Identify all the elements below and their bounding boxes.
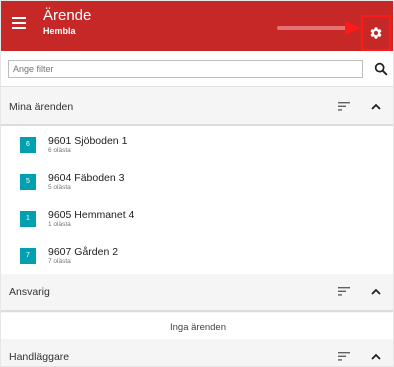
item-title: 9601 Sjöboden 1 [48, 135, 128, 147]
list-item[interactable]: 7 9607 Gården 2 7 olästa [1, 237, 393, 274]
menu-icon[interactable] [12, 17, 26, 29]
section-header-mina[interactable]: Mina ärenden [1, 89, 393, 125]
divider [1, 310, 393, 312]
arrow-annotation-icon [277, 21, 361, 35]
section-header-ansvarig[interactable]: Ansvarig [1, 274, 393, 310]
settings-button[interactable] [361, 15, 391, 51]
list-item[interactable]: 6 9601 Sjöboden 1 6 olästa [1, 126, 393, 163]
filter-input[interactable] [8, 60, 363, 78]
empty-state: Inga ärenden [1, 313, 393, 339]
item-unread-count: 6 olästa [48, 147, 71, 154]
unread-badge: 6 [20, 137, 36, 153]
section-title-ansvarig: Ansvarig [9, 286, 50, 298]
section-title-handlaggare: Handläggare [9, 351, 70, 363]
sort-icon[interactable] [338, 102, 350, 111]
item-title: 9607 Gården 2 [48, 246, 119, 258]
search-icon[interactable] [373, 61, 389, 77]
empty-state-text: Inga ärenden [170, 322, 226, 333]
header-titles: Ärende Hembla [43, 7, 91, 37]
item-title: 9605 Hemmanet 4 [48, 209, 135, 221]
unread-badge: 5 [20, 174, 36, 190]
app-header: Ärende Hembla [1, 1, 393, 51]
section-header-handlaggare[interactable]: Handläggare [1, 339, 393, 366]
chevron-up-icon[interactable] [371, 353, 381, 360]
item-title: 9604 Fäboden 3 [48, 172, 125, 184]
chevron-up-icon[interactable] [371, 103, 381, 110]
unread-badge: 7 [20, 248, 36, 264]
app-window: Ärende Hembla Mina ärenden [0, 0, 394, 367]
unread-badge: 1 [20, 211, 36, 227]
section-title-mina: Mina ärenden [9, 101, 74, 113]
item-unread-count: 1 olästa [48, 221, 71, 228]
chevron-up-icon[interactable] [371, 288, 381, 295]
sort-icon[interactable] [338, 287, 350, 296]
gear-icon [370, 27, 382, 39]
page-title: Ärende [43, 7, 92, 24]
sort-icon[interactable] [338, 352, 350, 361]
page-subtitle: Hembla [43, 26, 76, 36]
item-unread-count: 5 olästa [48, 184, 71, 191]
list-item[interactable]: 5 9604 Fäboden 3 5 olästa [1, 163, 393, 200]
item-unread-count: 7 olästa [48, 258, 71, 265]
filter-bar [1, 51, 393, 87]
case-list: 6 9601 Sjöboden 1 6 olästa 5 9604 Fäbode… [1, 126, 393, 276]
list-item[interactable]: 1 9605 Hemmanet 4 1 olästa [1, 200, 393, 237]
